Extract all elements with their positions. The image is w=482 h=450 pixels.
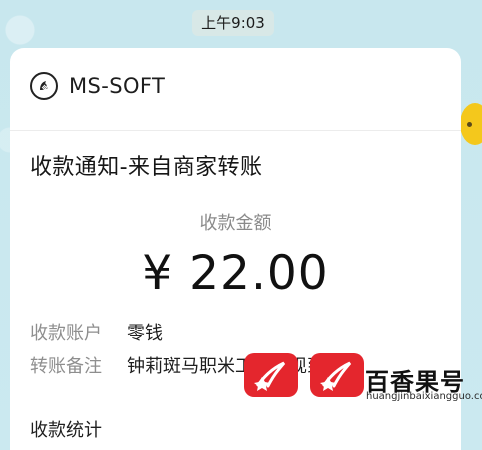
message-time-chip: 上午9:03 xyxy=(192,10,274,36)
account-row: 收款账户 零钱 xyxy=(30,319,163,345)
card-divider xyxy=(10,130,461,131)
account-value: 零钱 xyxy=(127,323,163,344)
note-label: 转账备注 xyxy=(30,356,102,377)
amount-label: 收款金额 xyxy=(199,213,272,234)
watermark-logo-icon xyxy=(244,353,298,397)
brand-name: MS-SOFT xyxy=(69,74,166,98)
stats-link[interactable]: 收款统计 xyxy=(30,416,102,442)
amount-value: ¥ 22.00 xyxy=(142,246,329,301)
zebra-icon xyxy=(30,72,58,100)
notice-title: 收款通知-来自商家转账 xyxy=(30,155,263,180)
watermark-url: huangjinbaixiangguo.com xyxy=(366,391,482,402)
brand-row: MS-SOFT xyxy=(30,72,165,100)
account-label: 收款账户 xyxy=(30,323,102,344)
watermark-logo-icon-secondary xyxy=(310,353,364,397)
peek-emoji-icon xyxy=(460,103,482,145)
